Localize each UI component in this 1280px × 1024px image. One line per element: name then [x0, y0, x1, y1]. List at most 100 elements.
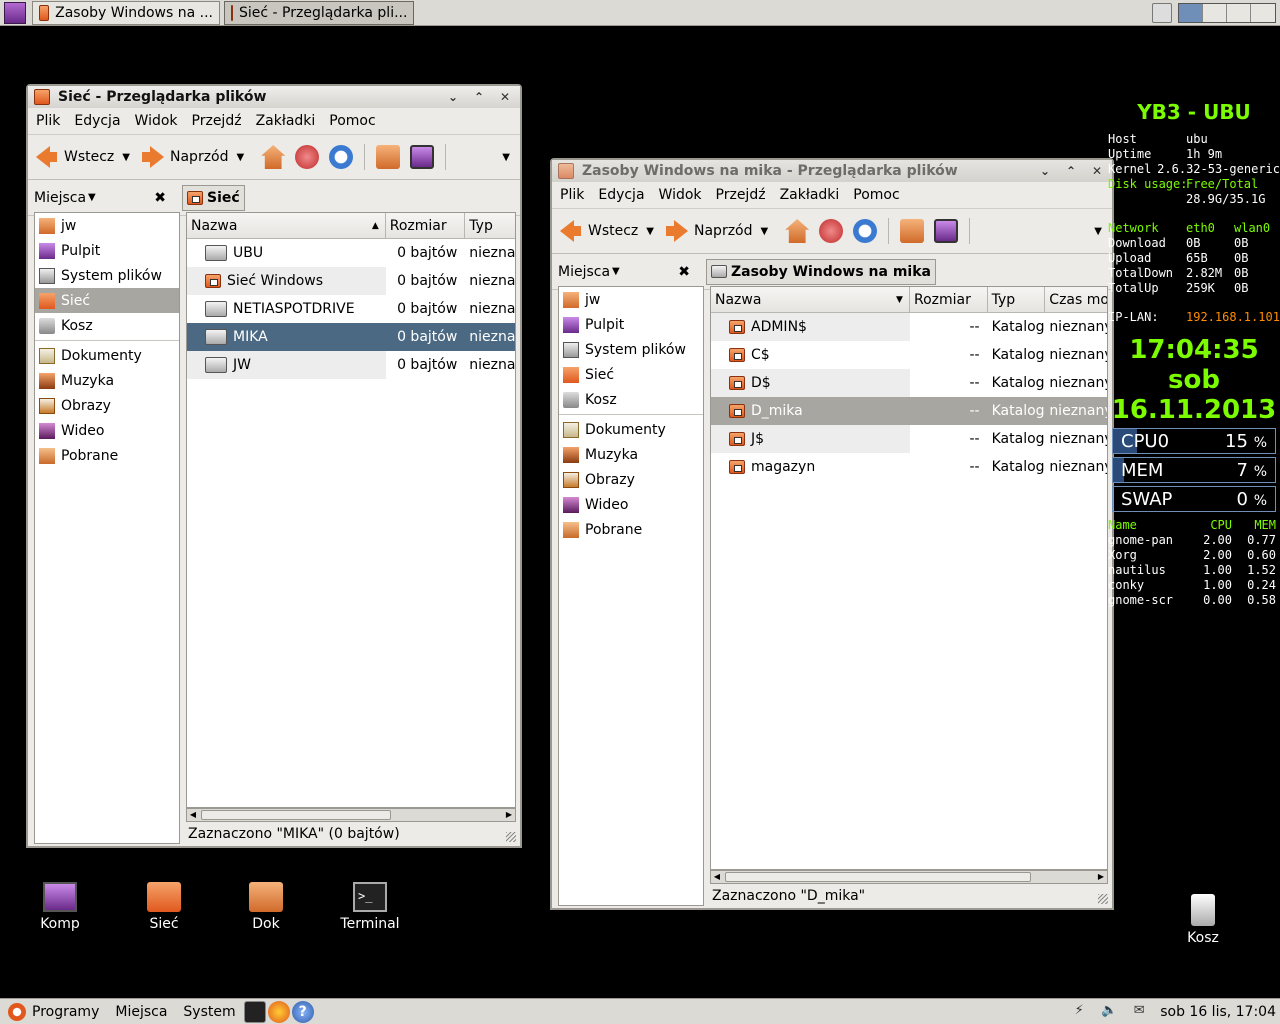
- maximize-button[interactable]: ⌃: [1062, 164, 1080, 178]
- column-rozmiar[interactable]: Rozmiar: [910, 287, 988, 312]
- close-button[interactable]: ✕: [496, 90, 514, 104]
- table-row[interactable]: UBU 0 bajtów nieznany: [187, 239, 515, 267]
- computer-icon[interactable]: [410, 145, 435, 169]
- terminal-launcher-icon[interactable]: [243, 1000, 266, 1023]
- table-row[interactable]: Sieć Windows 0 bajtów nieznany: [187, 267, 515, 295]
- stop-icon[interactable]: [819, 219, 844, 243]
- desktop-icon-komp[interactable]: Komp: [20, 882, 100, 932]
- volume-icon[interactable]: 🔈: [1100, 1003, 1118, 1021]
- minimize-button[interactable]: ⌄: [1036, 164, 1054, 178]
- menu-widok[interactable]: Widok: [659, 187, 702, 203]
- workspace-2[interactable]: [1203, 3, 1227, 22]
- home-folder-icon[interactable]: [900, 219, 925, 243]
- sidebar-item-jw[interactable]: jw: [559, 287, 703, 312]
- sidebar-item-system[interactable]: System plików: [559, 337, 703, 362]
- sidebar-item-wideo[interactable]: Wideo: [559, 492, 703, 517]
- workspace-3[interactable]: [1227, 3, 1251, 22]
- close-button[interactable]: ✕: [1088, 164, 1106, 178]
- scroll-right-icon[interactable]: ▶: [1095, 871, 1107, 883]
- menu-przejdz[interactable]: Przejdź: [192, 113, 242, 129]
- back-button[interactable]: Wstecz ▼: [36, 146, 136, 168]
- sidebar-item-kosz[interactable]: Kosz: [35, 313, 179, 338]
- menu-zakladki[interactable]: Zakładki: [780, 187, 840, 203]
- table-row[interactable]: ADMIN$ -- Katalog nieznany: [711, 313, 1107, 341]
- chevron-down-icon[interactable]: ▼: [237, 152, 245, 163]
- column-nazwa[interactable]: Nazwa ▲: [187, 213, 386, 238]
- sidebar-item-kosz[interactable]: Kosz: [559, 387, 703, 412]
- home-icon[interactable]: [785, 219, 810, 243]
- table-row[interactable]: NETIASPOTDRIVE 0 bajtów nieznany: [187, 295, 515, 323]
- scroll-right-icon[interactable]: ▶: [503, 809, 515, 821]
- back-button[interactable]: Wstecz ▼: [560, 220, 660, 242]
- horizontal-scrollbar[interactable]: ◀ ▶: [710, 870, 1108, 884]
- chevron-down-icon[interactable]: ▼: [122, 152, 130, 163]
- sidebar-item-siec[interactable]: Sieć: [559, 362, 703, 387]
- menu-pomoc[interactable]: Pomoc: [329, 113, 375, 129]
- taskbar-button-zasoby[interactable]: Zasoby Windows na ...: [32, 0, 220, 25]
- toolbar-overflow-icon[interactable]: ▼: [502, 152, 510, 163]
- sidebar-item-jw[interactable]: jw: [35, 213, 179, 238]
- reload-icon[interactable]: [853, 219, 878, 243]
- computer-icon[interactable]: [934, 219, 959, 243]
- menu-miejsca[interactable]: Miejsca: [115, 1004, 167, 1020]
- sidebar-item-pulpit[interactable]: Pulpit: [559, 312, 703, 337]
- desktop-icon-terminal[interactable]: >_ Terminal: [330, 882, 410, 932]
- sidebar-item-obrazy[interactable]: Obrazy: [35, 393, 179, 418]
- menu-system[interactable]: System: [183, 1004, 235, 1020]
- table-row-selected[interactable]: D_mika -- Katalog nieznany: [711, 397, 1107, 425]
- titlebar[interactable]: Sieć - Przeglądarka plików ⌄ ⌃ ✕: [28, 86, 520, 108]
- resize-grip[interactable]: [1098, 894, 1108, 904]
- table-row[interactable]: J$ -- Katalog nieznany: [711, 425, 1107, 453]
- chevron-down-icon[interactable]: ▼: [761, 226, 769, 237]
- mail-icon[interactable]: ✉: [1130, 1003, 1148, 1021]
- taskbar-button-siec[interactable]: Sieć - Przeglądarka pli...: [224, 0, 414, 25]
- trash-applet-icon[interactable]: [1152, 2, 1172, 23]
- menu-przejdz[interactable]: Przejdź: [716, 187, 766, 203]
- menu-plik[interactable]: Plik: [560, 187, 584, 203]
- reload-icon[interactable]: [329, 145, 354, 169]
- desktop-icon-kosz[interactable]: Kosz: [1163, 894, 1243, 946]
- sidebar-item-pobrane[interactable]: Pobrane: [35, 443, 179, 468]
- table-row[interactable]: C$ -- Katalog nieznany: [711, 341, 1107, 369]
- places-selector[interactable]: Miejsca ▼ ✖: [552, 264, 698, 280]
- home-icon[interactable]: [261, 145, 286, 169]
- network-status-icon[interactable]: ⚡: [1070, 1003, 1088, 1021]
- column-typ[interactable]: Typ: [465, 213, 515, 238]
- resize-grip[interactable]: [506, 832, 516, 842]
- close-sidebar-icon[interactable]: ✖: [678, 264, 690, 280]
- forward-button[interactable]: Naprzód ▼: [142, 146, 250, 168]
- scroll-thumb[interactable]: [725, 872, 1031, 882]
- menu-pomoc[interactable]: Pomoc: [853, 187, 899, 203]
- menu-zakladki[interactable]: Zakładki: [256, 113, 316, 129]
- places-selector[interactable]: Miejsca ▼ ✖: [28, 190, 174, 206]
- desktop-icon-siec[interactable]: Sieć: [124, 882, 204, 932]
- menu-edycja[interactable]: Edycja: [598, 187, 644, 203]
- firefox-launcher-icon[interactable]: [267, 1000, 290, 1023]
- clock[interactable]: sob 16 lis, 17:04: [1160, 1004, 1276, 1020]
- column-typ[interactable]: Typ: [988, 287, 1046, 312]
- sidebar-item-pulpit[interactable]: Pulpit: [35, 238, 179, 263]
- breadcrumb[interactable]: Zasoby Windows na mika: [706, 258, 936, 285]
- sidebar-item-dokumenty[interactable]: Dokumenty: [35, 343, 179, 368]
- sidebar-item-wideo[interactable]: Wideo: [35, 418, 179, 443]
- sidebar-item-dokumenty[interactable]: Dokumenty: [559, 417, 703, 442]
- table-row[interactable]: magazyn -- Katalog nieznany: [711, 453, 1107, 481]
- sidebar-item-system[interactable]: System plików: [35, 263, 179, 288]
- menu-plik[interactable]: Plik: [36, 113, 60, 129]
- workspace-4[interactable]: [1251, 3, 1275, 22]
- scroll-left-icon[interactable]: ◀: [711, 871, 723, 883]
- forward-button[interactable]: Naprzód ▼: [666, 220, 774, 242]
- column-nazwa[interactable]: Nazwa ▼: [711, 287, 910, 312]
- column-czas[interactable]: Czas modyfikacji: [1045, 287, 1107, 312]
- table-row[interactable]: D$ -- Katalog nieznany: [711, 369, 1107, 397]
- sidebar-item-siec[interactable]: Sieć: [35, 288, 179, 313]
- scroll-thumb[interactable]: [201, 810, 391, 820]
- table-row-selected[interactable]: MIKA 0 bajtów nieznany: [187, 323, 515, 351]
- stop-icon[interactable]: [295, 145, 320, 169]
- table-row[interactable]: JW 0 bajtów nieznany: [187, 351, 515, 379]
- menu-edycja[interactable]: Edycja: [74, 113, 120, 129]
- menu-widok[interactable]: Widok: [135, 113, 178, 129]
- column-rozmiar[interactable]: Rozmiar: [386, 213, 466, 238]
- close-sidebar-icon[interactable]: ✖: [154, 190, 166, 206]
- show-desktop-icon[interactable]: [4, 1, 26, 24]
